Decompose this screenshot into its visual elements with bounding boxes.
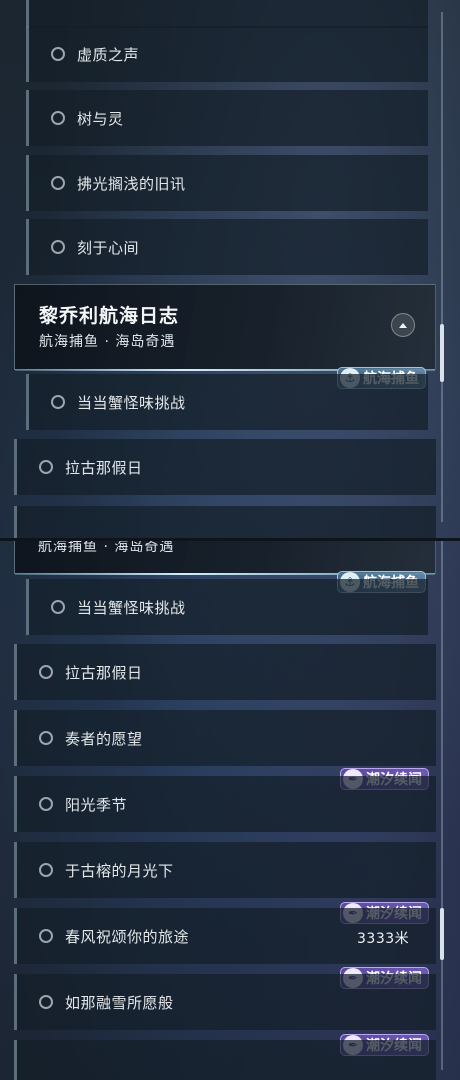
quest-label: 如那融雪所愿般 xyxy=(65,993,174,1012)
list-item[interactable]: 于古榕的月光下 xyxy=(14,842,436,898)
list-item[interactable]: 拂光搁浅的旧讯 xyxy=(26,155,428,211)
scrollbar-thumb[interactable] xyxy=(440,324,444,382)
radio-empty-icon xyxy=(51,600,65,614)
quest-label: 拉古那假日 xyxy=(65,458,143,477)
radio-empty-icon xyxy=(39,797,53,811)
list-item[interactable] xyxy=(14,1040,436,1080)
list-item[interactable] xyxy=(14,506,436,540)
radio-empty-icon xyxy=(39,863,53,877)
list-item[interactable]: 拉古那假日 xyxy=(14,439,436,495)
collapse-button[interactable] xyxy=(391,313,415,337)
chevron-up-icon xyxy=(399,322,407,328)
quest-label: 拉古那假日 xyxy=(65,663,143,682)
radio-empty-icon xyxy=(39,460,53,474)
quest-label: 树与灵 xyxy=(77,109,124,128)
quest-label: 春风祝颂你的旅途 xyxy=(65,927,190,946)
radio-empty-icon xyxy=(51,47,65,61)
chapter-subtitle-partial: 航海捕鱼 · 海岛奇遇 xyxy=(38,540,175,552)
list-item[interactable]: 当当蟹怪味挑战 xyxy=(26,579,428,635)
quest-label: 当当蟹怪味挑战 xyxy=(77,393,186,412)
radio-empty-icon xyxy=(51,176,65,190)
panel-divider xyxy=(0,538,460,541)
list-item[interactable]: 刻于心间 xyxy=(26,219,428,275)
quest-label: 奏者的愿望 xyxy=(65,729,143,748)
list-item[interactable]: 拉古那假日 xyxy=(14,644,436,700)
radio-empty-icon xyxy=(39,929,53,943)
radio-empty-icon xyxy=(51,395,65,409)
distance-readout: 3333米 xyxy=(357,931,410,947)
list-item[interactable]: 如那融雪所愿般 xyxy=(14,974,436,1030)
radio-empty-icon xyxy=(39,731,53,745)
quest-list-bottom: ⚓ 航海捕鱼 当当蟹怪味挑战 拉古那假日 奏者的愿望 ✒ 潮汐续闻 阳光季节 于… xyxy=(0,540,460,1080)
scrollbar-track[interactable] xyxy=(440,540,444,1070)
quest-label: 当当蟹怪味挑战 xyxy=(77,598,186,617)
radio-empty-icon xyxy=(39,995,53,1009)
list-item[interactable]: 树与灵 xyxy=(26,90,428,146)
chapter-subtitle: 航海捕鱼 · 海岛奇遇 xyxy=(39,334,176,350)
scrollbar-track[interactable] xyxy=(440,12,444,522)
quest-label: 虚质之声 xyxy=(77,45,140,64)
quest-label: 阳光季节 xyxy=(65,795,128,814)
radio-empty-icon xyxy=(51,240,65,254)
list-item[interactable] xyxy=(26,0,428,28)
quest-label: 刻于心间 xyxy=(77,238,140,257)
quest-chapter-header[interactable]: 黎乔利航海日志 航海捕鱼 · 海岛奇遇 xyxy=(14,284,436,371)
chapter-title: 黎乔利航海日志 xyxy=(39,305,180,327)
list-item[interactable]: 奏者的愿望 xyxy=(14,710,436,766)
list-item[interactable]: 虚质之声 xyxy=(26,26,428,82)
quest-label: 于古榕的月光下 xyxy=(65,861,174,880)
list-item[interactable]: 当当蟹怪味挑战 xyxy=(26,374,428,430)
list-item[interactable]: 阳光季节 xyxy=(14,776,436,832)
quest-list-top: 虚质之声 树与灵 拂光搁浅的旧讯 刻于心间 黎乔利航海日志 航海捕鱼 · 海岛奇… xyxy=(0,0,460,540)
scrollbar-thumb[interactable] xyxy=(440,908,444,960)
radio-empty-icon xyxy=(39,665,53,679)
radio-empty-icon xyxy=(51,111,65,125)
quest-label: 拂光搁浅的旧讯 xyxy=(77,174,186,193)
